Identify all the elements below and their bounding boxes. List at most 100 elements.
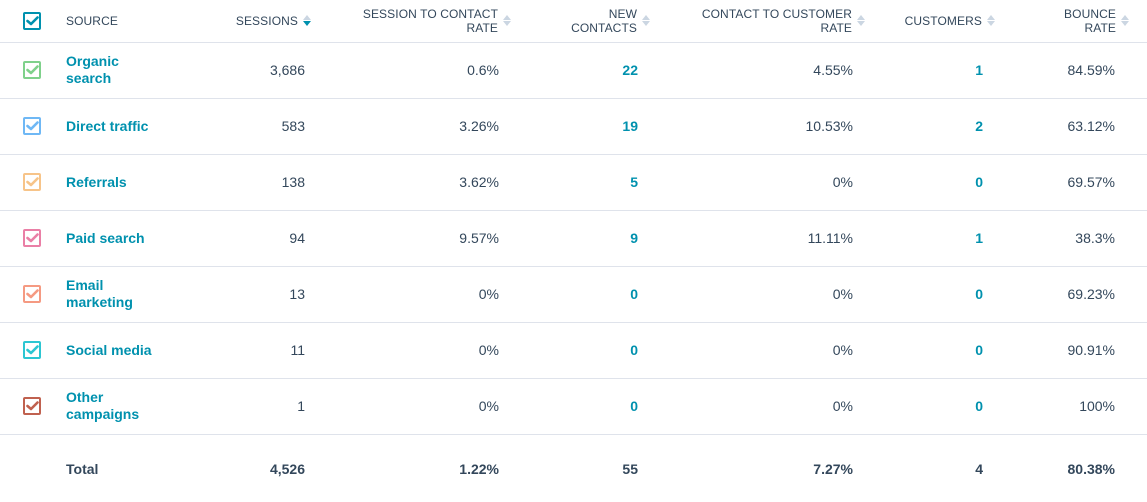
row-checkbox[interactable]: [23, 397, 41, 416]
check-icon: [26, 177, 39, 187]
session-to-contact-rate-cell: 0%: [478, 398, 499, 414]
bounce-rate-cell: 69.57%: [1067, 174, 1115, 190]
source-link[interactable]: Paid search: [66, 230, 145, 247]
session-to-contact-rate-cell: 0.6%: [467, 62, 499, 78]
column-header-source: SOURCE: [66, 0, 200, 42]
row-select-cell: [0, 378, 66, 434]
column-header-bounce-rate[interactable]: BOUNCE RATE: [997, 0, 1147, 42]
column-header-label: SESSIONS: [235, 13, 298, 28]
column-header-session-to-contact-rate[interactable]: SESSION TO CONTACT RATE: [315, 0, 514, 42]
select-all-checkbox[interactable]: [23, 11, 41, 30]
source-name-line1: Social media: [66, 341, 152, 358]
source-link[interactable]: Social media: [66, 342, 152, 359]
row-select-cell: [0, 98, 66, 154]
row-checkbox[interactable]: [23, 117, 41, 136]
row-checkbox[interactable]: [23, 229, 41, 248]
bounce-rate-cell: 38.3%: [1075, 230, 1115, 246]
source-name-line1: Paid search: [66, 229, 145, 246]
sessions-cell: 94: [289, 230, 305, 246]
sessions-cell: 11: [290, 342, 305, 358]
row-checkbox[interactable]: [23, 173, 41, 192]
column-header-label: CUSTOMERS: [904, 13, 982, 28]
sort-arrows-icon[interactable]: [1121, 15, 1129, 27]
contact-to-customer-rate-cell: 0%: [832, 398, 853, 414]
contact-to-customer-rate-cell: 0%: [832, 174, 853, 190]
total-sessions: 4,526: [269, 461, 305, 478]
column-header-new-contacts[interactable]: NEW CONTACTS: [514, 0, 653, 42]
contact-to-customer-rate-cell: 10.53%: [805, 118, 853, 134]
source-link[interactable]: Other campaigns: [66, 389, 139, 423]
source-link[interactable]: Direct traffic: [66, 118, 148, 135]
source-name-line1: Organic: [66, 53, 119, 69]
column-header-label: SOURCE: [66, 13, 118, 28]
sort-arrows-icon[interactable]: [857, 15, 865, 27]
row-select-cell: [0, 42, 66, 98]
new-contacts-link[interactable]: 0: [514, 322, 653, 378]
source-link[interactable]: Email marketing: [66, 277, 133, 311]
source-cell: Paid search: [66, 210, 200, 266]
sort-arrows-icon[interactable]: [303, 15, 311, 27]
new-contacts-link[interactable]: 19: [514, 98, 653, 154]
source-cell: Other campaigns: [66, 378, 200, 434]
source-name-line1: Direct traffic: [66, 117, 149, 134]
row-checkbox[interactable]: [23, 341, 41, 360]
table-row: Email marketing 13 0% 0 0% 0 69.23%: [0, 266, 1147, 322]
column-header-label: NEW: [608, 6, 637, 21]
new-contacts-link[interactable]: 0: [514, 266, 653, 322]
column-header-sessions[interactable]: SESSIONS: [200, 0, 315, 42]
customers-link[interactable]: 0: [868, 266, 997, 322]
source-cell: Direct traffic: [66, 98, 200, 154]
sort-arrows-icon[interactable]: [642, 15, 650, 27]
source-name-line1: Referrals: [66, 173, 127, 190]
column-header-label: RATE: [820, 20, 852, 35]
bounce-rate-cell: 100%: [1079, 398, 1115, 414]
check-icon: [26, 233, 39, 243]
sessions-cell: 138: [281, 174, 305, 190]
row-select-cell: [0, 210, 66, 266]
sort-arrows-icon[interactable]: [503, 15, 511, 27]
customers-link[interactable]: 0: [868, 378, 997, 434]
table-row: Organic search 3,686 0.6% 22 4.55% 1 84.5…: [0, 42, 1147, 98]
table-row: Referrals 138 3.62% 5 0% 0 69.57%: [0, 154, 1147, 210]
sort-arrows-icon[interactable]: [987, 15, 995, 27]
new-contacts-link[interactable]: 5: [514, 154, 653, 210]
row-checkbox[interactable]: [23, 285, 41, 304]
source-link[interactable]: Organic search: [66, 53, 119, 87]
customers-link[interactable]: 2: [868, 98, 997, 154]
customers-link[interactable]: 0: [868, 154, 997, 210]
source-cell: Social media: [66, 322, 200, 378]
row-select-cell: [0, 154, 66, 210]
total-session-to-contact-rate: 1.22%: [459, 461, 499, 478]
table-row: Paid search 94 9.57% 9 11.11% 1 38.3%: [0, 210, 1147, 266]
column-header-label: CONTACT TO CUSTOMER: [701, 6, 852, 21]
table-row: Social media 11 0% 0 0% 0 90.91%: [0, 322, 1147, 378]
session-to-contact-rate-cell: 0%: [478, 286, 499, 302]
column-header-contact-to-customer-rate[interactable]: CONTACT TO CUSTOMER RATE: [653, 0, 868, 42]
traffic-sources-table: SOURCE SESSIONS SESSION TO CONTACT RATE: [0, 0, 1147, 502]
row-checkbox[interactable]: [23, 61, 41, 80]
new-contacts-link[interactable]: 22: [514, 42, 653, 98]
row-select-cell: [0, 322, 66, 378]
bounce-rate-cell: 63.12%: [1067, 118, 1115, 134]
source-cell: Email marketing: [66, 266, 200, 322]
table-row: Direct traffic 583 3.26% 19 10.53% 2 63.…: [0, 98, 1147, 154]
check-icon: [26, 401, 39, 411]
source-name-line2: campaigns: [66, 406, 140, 422]
check-icon: [26, 121, 39, 131]
column-header-label: BOUNCE: [1064, 6, 1116, 21]
new-contacts-link[interactable]: 9: [514, 210, 653, 266]
customers-link[interactable]: 1: [868, 42, 997, 98]
row-select-cell: [0, 266, 66, 322]
column-header-customers[interactable]: CUSTOMERS: [868, 0, 997, 42]
total-row: Total 4,526 1.22% 55 7.27% 4 80.38%: [0, 434, 1147, 502]
total-contact-to-customer-rate: 7.27%: [813, 461, 853, 478]
new-contacts-link[interactable]: 0: [514, 378, 653, 434]
sessions-cell: 1: [297, 398, 305, 414]
column-header-label: RATE: [466, 20, 498, 35]
source-link[interactable]: Referrals: [66, 174, 127, 191]
column-header-label: CONTACTS: [571, 20, 637, 35]
total-new-contacts: 55: [622, 461, 638, 478]
check-icon: [26, 345, 39, 355]
customers-link[interactable]: 1: [868, 210, 997, 266]
customers-link[interactable]: 0: [868, 322, 997, 378]
